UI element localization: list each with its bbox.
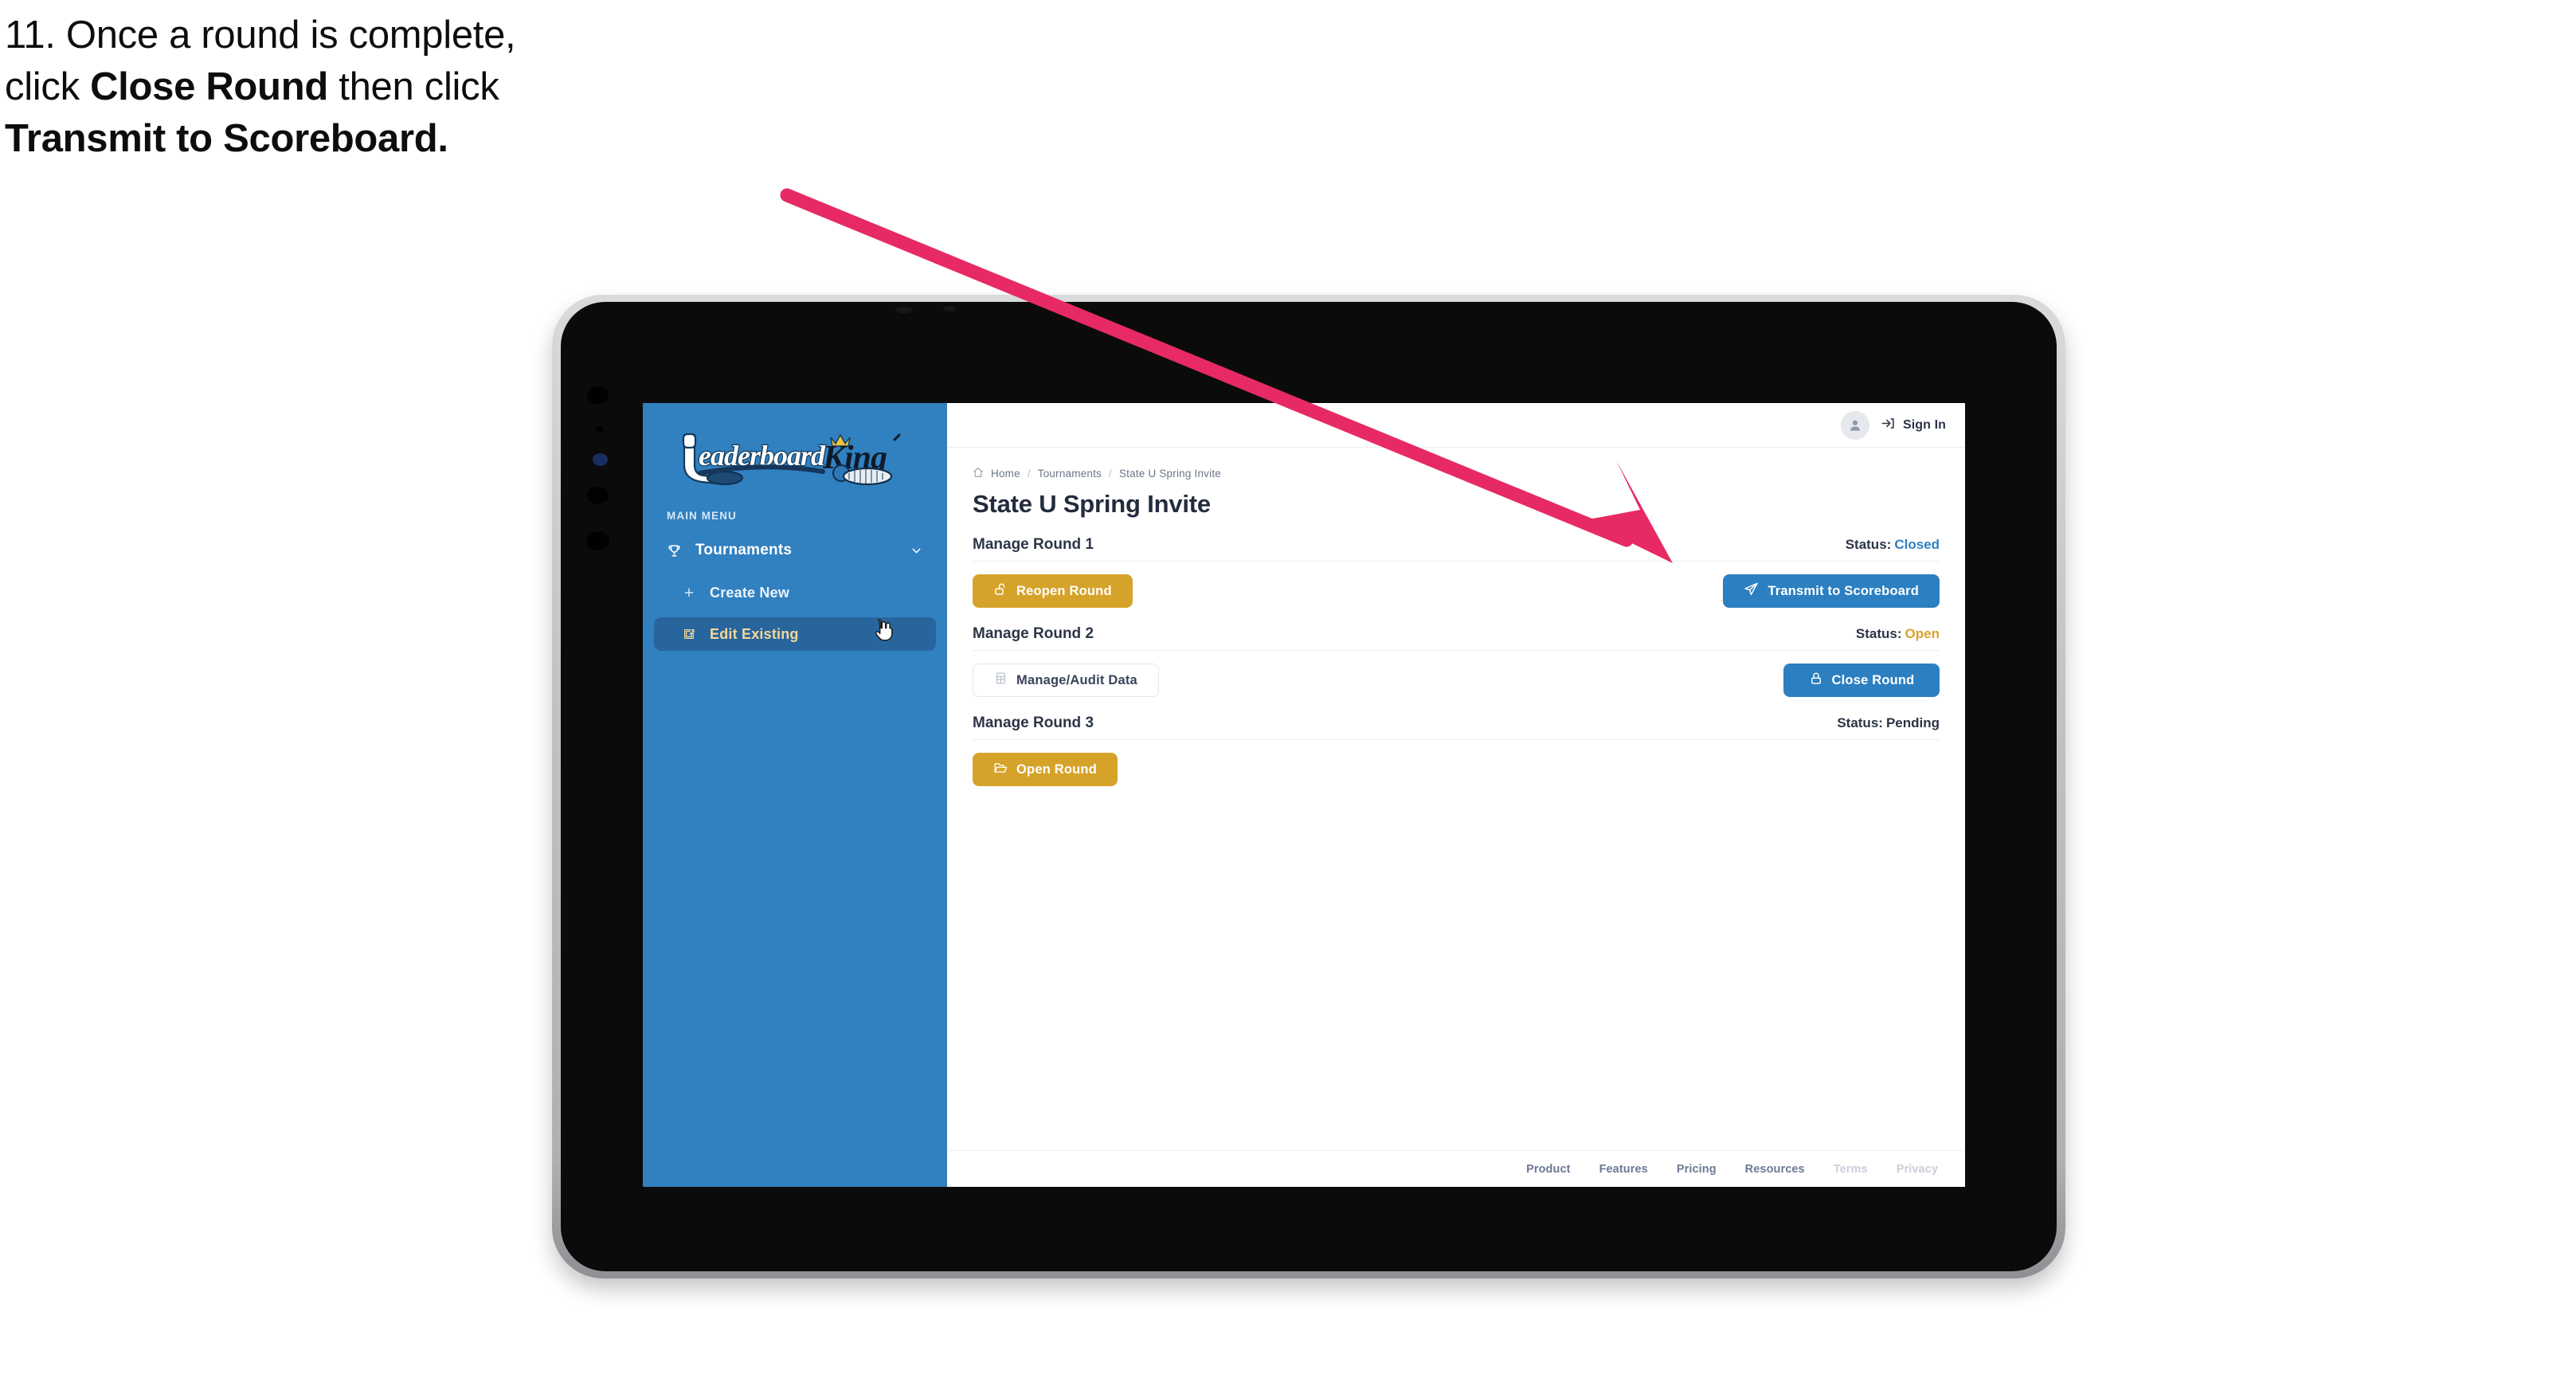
round-block-2: Manage Round 2 Status: Open Manage/Audit…: [973, 625, 1940, 697]
reopen-round-button[interactable]: Reopen Round: [973, 574, 1133, 608]
round-1-name: Manage Round 1: [973, 536, 1094, 553]
bezel-speaker-dot: [895, 307, 913, 313]
app-logo[interactable]: eaderboard King: [643, 416, 947, 492]
bezel-camera-dot: [593, 453, 608, 466]
mouse-cursor-pointer-icon: [875, 619, 893, 641]
caption-line-2: click Close Round then click: [5, 68, 849, 107]
paper-plane-icon: [1744, 581, 1759, 601]
open-round-button[interactable]: Open Round: [973, 753, 1118, 786]
caption-line2-bold: Close Round: [90, 65, 328, 108]
footer-link-pricing[interactable]: Pricing: [1677, 1163, 1717, 1176]
bezel-sensor-dot: [586, 531, 609, 550]
sign-in-label: Sign In: [1902, 417, 1946, 432]
tablet-device-frame: eaderboard King MAIN MENU Tournaments Cr…: [552, 295, 2065, 1278]
lock-icon: [1809, 671, 1823, 690]
table-grid-icon: [994, 671, 1008, 689]
footer-link-privacy[interactable]: Privacy: [1897, 1163, 1938, 1176]
sign-in-arrow-icon: [1881, 416, 1896, 435]
manage-audit-data-label: Manage/Audit Data: [1016, 672, 1137, 687]
round-3-name: Manage Round 3: [973, 715, 1094, 731]
unlock-icon: [993, 582, 1008, 601]
bezel-sensor-dot: [587, 487, 609, 504]
footer-nav: Product Features Pricing Resources Terms…: [947, 1150, 1965, 1187]
breadcrumb-separator: /: [1109, 468, 1112, 480]
round-2-status-label: Status:: [1855, 626, 1902, 641]
close-round-label: Close Round: [1831, 672, 1915, 687]
bezel-speaker-dot: [943, 306, 956, 311]
edit-square-icon: [683, 628, 705, 640]
round-2-actions: Manage/Audit Data Close Round: [973, 664, 1940, 697]
breadcrumb-item-tournaments[interactable]: Tournaments: [1038, 468, 1102, 480]
round-3-header: Manage Round 3 Status: Pending: [973, 715, 1940, 740]
round-block-1: Manage Round 1 Status: Closed Reopen Rou…: [973, 536, 1940, 608]
sidebar-item-tournaments-label: Tournaments: [695, 542, 793, 558]
footer-link-product[interactable]: Product: [1526, 1163, 1570, 1176]
caption-line2-post: then click: [327, 65, 499, 108]
breadcrumb-separator: /: [1027, 468, 1031, 480]
round-1-status: Status: Closed: [1846, 537, 1940, 553]
footer-link-features[interactable]: Features: [1599, 1163, 1648, 1176]
breadcrumb-item-current: State U Spring Invite: [1118, 468, 1221, 480]
sidebar: eaderboard King MAIN MENU Tournaments Cr…: [643, 403, 947, 1187]
page-title: State U Spring Invite: [973, 490, 1211, 518]
trophy-icon: [667, 543, 689, 558]
bezel-sensor-dot: [587, 386, 609, 404]
top-bar: Sign In: [947, 403, 1965, 448]
sidebar-item-create-new-label: Create New: [710, 584, 790, 601]
round-1-header: Manage Round 1 Status: Closed: [973, 536, 1940, 562]
sidebar-item-edit-existing-label: Edit Existing: [710, 625, 799, 642]
page-body: Home / Tournaments / State U Spring Invi…: [947, 448, 1965, 1150]
tablet-bezel: eaderboard King MAIN MENU Tournaments Cr…: [561, 302, 2057, 1271]
screenshot-root: 11. Once a round is complete, click Clos…: [0, 0, 2576, 1386]
main-content: Sign In Home / Tournaments / State U Spr…: [947, 403, 1965, 1187]
round-2-status: Status: Open: [1856, 626, 1940, 642]
open-folder-icon: [993, 761, 1008, 779]
round-1-status-value: Closed: [1894, 537, 1940, 552]
round-2-status-value: Open: [1905, 626, 1940, 641]
sidebar-item-create-new[interactable]: Create New: [654, 576, 936, 609]
round-2-header: Manage Round 2 Status: Open: [973, 625, 1940, 651]
leaderboard-king-logo-icon: eaderboard King: [682, 433, 901, 486]
sign-in-button[interactable]: Sign In: [1881, 416, 1946, 435]
instruction-caption: 11. Once a round is complete, click Clos…: [5, 16, 849, 171]
caption-line-3: Transmit to Scoreboard.: [5, 119, 849, 159]
sidebar-section-label: MAIN MENU: [667, 510, 737, 522]
transmit-to-scoreboard-button[interactable]: Transmit to Scoreboard: [1723, 574, 1940, 608]
transmit-to-scoreboard-label: Transmit to Scoreboard: [1768, 583, 1919, 598]
caption-line-1: 11. Once a round is complete,: [5, 14, 516, 57]
footer-link-terms[interactable]: Terms: [1834, 1163, 1868, 1176]
open-round-label: Open Round: [1016, 762, 1097, 777]
close-round-button[interactable]: Close Round: [1783, 664, 1940, 697]
round-3-status-label: Status:: [1837, 715, 1883, 730]
round-1-actions: Reopen Round Transmit to Scoreboard: [973, 574, 1940, 608]
chevron-down-icon[interactable]: [907, 544, 925, 558]
round-3-status-value: Pending: [1885, 715, 1940, 730]
round-2-name: Manage Round 2: [973, 625, 1094, 642]
round-1-status-label: Status:: [1845, 537, 1892, 552]
round-3-actions: Open Round: [973, 753, 1940, 786]
caption-line3-bold: Transmit to Scoreboard.: [5, 117, 448, 160]
plus-icon: [683, 586, 705, 599]
footer-link-resources[interactable]: Resources: [1745, 1163, 1805, 1176]
caption-line2-pre: click: [5, 65, 91, 108]
round-3-status: Status: Pending: [1837, 715, 1940, 731]
user-avatar-icon[interactable]: [1840, 410, 1869, 440]
breadcrumb: Home / Tournaments / State U Spring Invi…: [973, 467, 1940, 480]
tablet-screen: eaderboard King MAIN MENU Tournaments Cr…: [643, 403, 1965, 1187]
reopen-round-label: Reopen Round: [1016, 583, 1112, 598]
breadcrumb-item-home[interactable]: Home: [991, 468, 1020, 480]
bezel-sensor-dot: [596, 426, 603, 433]
manage-audit-data-button[interactable]: Manage/Audit Data: [973, 664, 1159, 697]
home-icon[interactable]: [973, 467, 984, 480]
round-block-3: Manage Round 3 Status: Pending Open Roun…: [973, 715, 1940, 786]
sidebar-item-tournaments[interactable]: Tournaments: [654, 533, 936, 568]
